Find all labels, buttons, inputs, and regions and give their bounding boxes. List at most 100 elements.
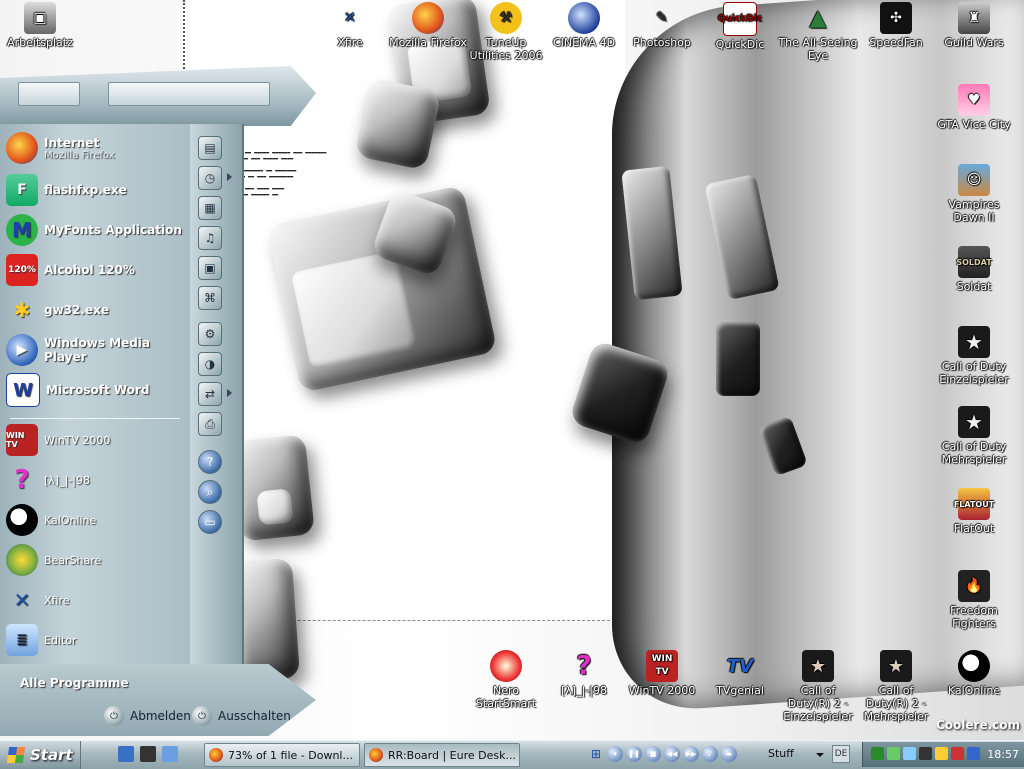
connect-to-button[interactable]: ⇄ <box>198 382 222 406</box>
clock[interactable]: 18:57 <box>987 748 1019 761</box>
computer-icon: ▣ <box>24 2 56 34</box>
guildwars-icon: ♜ <box>958 2 990 34</box>
menu-separator <box>10 418 180 419</box>
language-indicator[interactable]: DE <box>832 745 850 763</box>
quickdic-icon: QuickDic <box>718 2 762 36</box>
help-icon: ? <box>206 455 214 469</box>
menu-icon[interactable]: ▾ <box>607 746 623 762</box>
desktop-icon-freedom-fighters[interactable]: 🔥 Freedom Fighters <box>934 570 1014 630</box>
desktop-icon-tvgenial[interactable]: TV TVgenial <box>700 650 780 697</box>
control-panel-button[interactable]: ⚙ <box>198 322 222 346</box>
my-computer-button[interactable]: ▣ <box>198 256 222 280</box>
desktop-icon-firefox[interactable]: Mozilla Firefox <box>388 2 468 49</box>
menu-item-flashfxp[interactable]: F flashfxp.exe <box>6 172 186 208</box>
desktop-icon-wintv[interactable]: WIN TV WinTV 2000 <box>622 650 702 697</box>
start-button[interactable]: Start <box>0 741 81 769</box>
defaults-button[interactable]: ◑ <box>198 352 222 376</box>
my-pictures-button[interactable]: ▦ <box>198 196 222 220</box>
media-player-toolbar: ⊞ ▾ ❚❚ ■ ◀◀ ▶▶ ♪ ◂▸ <box>588 743 758 765</box>
antivirus-tray-icon[interactable] <box>951 747 964 760</box>
help-button[interactable]: ? <box>198 450 222 474</box>
toolbar-expand-icon[interactable] <box>816 753 824 757</box>
stop-icon[interactable]: ■ <box>645 746 661 762</box>
desktop-icon-xfire[interactable]: ✕ Xfire <box>310 2 390 50</box>
quicklaunch-desktop-icon[interactable] <box>140 746 156 762</box>
nero-icon <box>490 650 522 682</box>
my-music-button[interactable]: ♫ <box>198 226 222 250</box>
desktop-icon-guildwars[interactable]: ♜ Guild Wars <box>934 2 1014 49</box>
network-tray-icon[interactable] <box>887 747 900 760</box>
desktop-icon-all-seeing-eye[interactable]: ▲ The All-Seeing Eye <box>778 2 858 62</box>
desktop-icon-cod-einzel[interactable]: ★ Call of Duty Einzelspieler <box>934 326 1014 386</box>
desktop-icon-cod2-einzel[interactable]: ★ Call of Duty(R) 2 - Einzelspieler <box>778 650 858 723</box>
pause-icon[interactable]: ❚❚ <box>626 746 642 762</box>
menu-item-bearshare[interactable]: BearShare <box>6 542 186 578</box>
menu-item-myfonts[interactable]: M MyFonts Application <box>6 212 186 248</box>
update-tray-icon[interactable] <box>967 747 980 760</box>
desktop-icon-cod-mehr[interactable]: ★ Call of Duty Mehrspieler <box>934 406 1014 466</box>
network-icon: ⌘ <box>204 291 216 305</box>
toolbar-label[interactable]: Stuff <box>768 747 794 760</box>
gear-icon: ⚙ <box>204 327 216 341</box>
desktop-icon-flatout[interactable]: FLATOUT FlatOut <box>934 488 1014 535</box>
menu-item-word[interactable]: W Microsoft Word <box>6 372 186 408</box>
volume-tray-icon[interactable] <box>935 747 948 760</box>
xfire-icon: ✕ <box>13 588 31 612</box>
shutdown-button[interactable]: ⏻ Ausschalten <box>192 706 291 726</box>
desktop-icon-question[interactable]: ? [λ]_|-|98 <box>544 650 624 698</box>
volume-icon[interactable]: ◂▸ <box>721 746 737 762</box>
myfonts-icon: M <box>6 214 38 246</box>
desktop-icon-arbeitsplatz[interactable]: ▣ Arbeitsplatz <box>0 2 80 49</box>
desktop-icon-gta[interactable]: ♥ GTA Vice City <box>934 84 1014 131</box>
documents-icon: ▤ <box>204 141 216 155</box>
taskbar-task-rrboard[interactable]: RR:Board | Eure Desk... <box>364 743 520 767</box>
menu-item-editor[interactable]: ≣ Editor <box>6 622 186 658</box>
desktop-icon-nero[interactable]: Nero StartSmart <box>466 650 546 710</box>
search-icon: ⌕ <box>206 484 214 499</box>
start-menu-header <box>0 66 316 126</box>
logoff-button[interactable]: ⏻ Abmelden <box>104 706 191 726</box>
menu-item-question[interactable]: ? [λ]_|-|98 <box>6 462 186 498</box>
my-network-button[interactable]: ⌘ <box>198 286 222 310</box>
previous-icon[interactable]: ◀◀ <box>664 746 680 762</box>
question-icon: ? <box>576 650 592 681</box>
desktop-icon-kalonline[interactable]: KalOnline <box>934 650 1014 697</box>
quicklaunch-messenger-icon[interactable] <box>162 746 178 762</box>
recent-documents-button[interactable]: ◷ <box>198 166 222 190</box>
speedfan-tray-icon[interactable] <box>919 747 932 760</box>
menu-item-wintv[interactable]: WIN TV WinTV 2000 <box>6 422 186 458</box>
desktop-icon-cinema4d[interactable]: CINEMA 4D <box>544 2 624 49</box>
all-programs-button[interactable]: Alle Programme <box>20 676 129 690</box>
xfire-tray-icon[interactable] <box>871 747 884 760</box>
run-button[interactable]: ▭ <box>198 510 222 534</box>
menu-item-xfire[interactable]: ✕ Xfire <box>6 582 186 618</box>
photoshop-icon: ✎ <box>656 9 668 26</box>
recent-docs-icon: ◷ <box>204 171 216 185</box>
menu-item-kalonline[interactable]: KalOnline <box>6 502 186 538</box>
menu-item-media-player[interactable]: ▶ Windows Media Player <box>6 332 186 368</box>
music-icon: ♫ <box>204 231 216 245</box>
desktop-icon-tuneup[interactable]: ⚒ TuneUp Utilities 2006 <box>466 2 546 62</box>
desktop-icon-quickdic[interactable]: QuickDic QuickDic <box>700 2 780 51</box>
taskbar-task-download[interactable]: 73% of 1 file - Downl... <box>204 743 360 767</box>
watermark: Coolere.com <box>936 718 1021 732</box>
desktop-icon-cod2-mehr[interactable]: ★ Call of Duty(R) 2 - Mehrspieler <box>856 650 936 723</box>
header-slot <box>108 82 270 106</box>
system-tray: 18:57 <box>862 742 1024 767</box>
next-icon[interactable]: ▶▶ <box>683 746 699 762</box>
desktop-icon-soldat[interactable]: SOLDAT Soldat <box>934 246 1014 293</box>
all-seeing-eye-icon: ▲ <box>809 5 827 31</box>
bluetooth-tray-icon[interactable] <box>903 747 916 760</box>
menu-item-gw32[interactable]: ✱ gw32.exe <box>6 292 186 328</box>
menu-item-alcohol[interactable]: 120% Alcohol 120% <box>6 252 186 288</box>
printers-button[interactable]: ⎙ <box>198 412 222 436</box>
desktop-icon-photoshop[interactable]: ✎ Photoshop <box>622 2 702 50</box>
menu-item-internet[interactable]: Internet Mozilla Firefox <box>6 130 186 166</box>
my-documents-button[interactable]: ▤ <box>198 136 222 160</box>
mute-icon[interactable]: ♪ <box>702 746 718 762</box>
desktop-icon-vampires-dawn[interactable]: ☺ Vampires Dawn II <box>934 164 1014 224</box>
wintv-icon: WIN TV <box>646 650 678 682</box>
quicklaunch-ie-icon[interactable] <box>118 746 134 762</box>
search-button[interactable]: ⌕ <box>198 480 222 504</box>
desktop-icon-speedfan[interactable]: ✣ SpeedFan <box>856 2 936 49</box>
